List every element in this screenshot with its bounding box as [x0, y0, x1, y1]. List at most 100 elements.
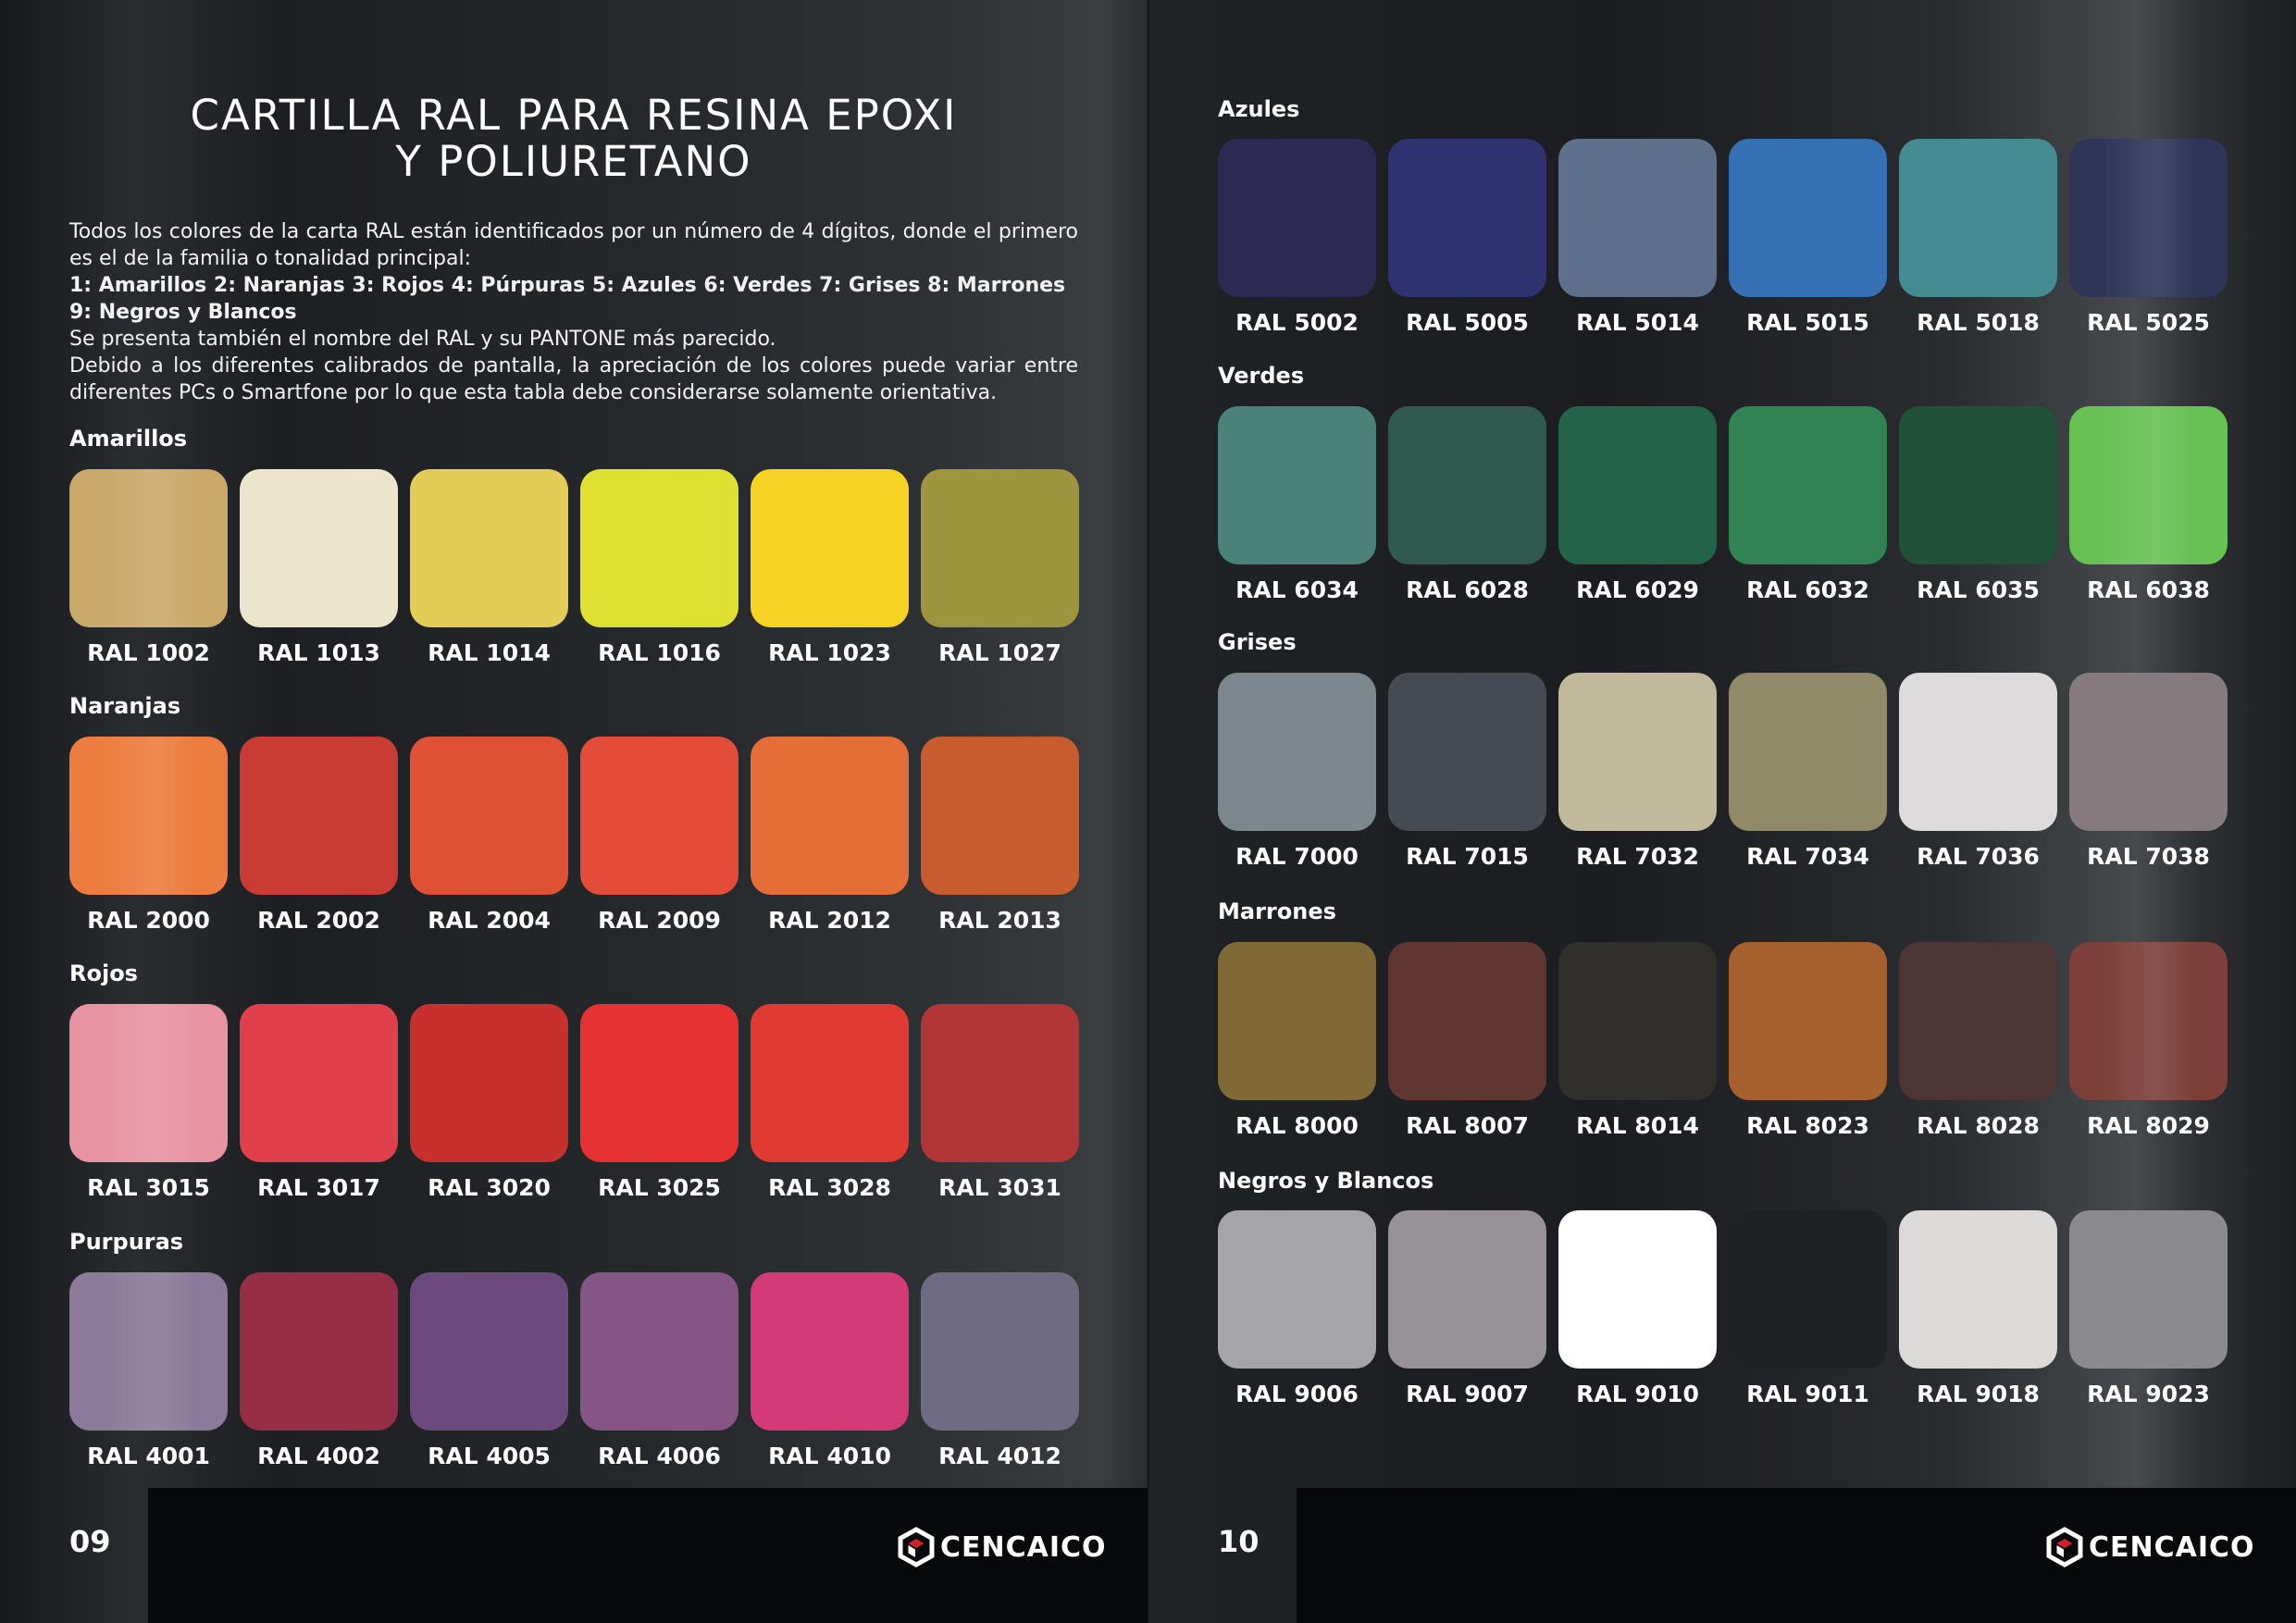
- swatch-ral-4010: RAL 4010: [751, 1272, 909, 1475]
- swatch-row-naranjas: RAL 2000 RAL 2002 RAL 2004 RAL 2009 RAL …: [69, 737, 1079, 939]
- color-chip: [1388, 673, 1546, 831]
- color-chip: [1218, 406, 1376, 564]
- swatch-ral-6035: RAL 6035: [1899, 406, 2057, 609]
- page-title: CARTILLA RAL PARA RESINA EPOXI Y POLIURE…: [0, 93, 1148, 185]
- color-chip: [240, 469, 398, 627]
- ral-code: RAL 6032: [1746, 576, 1869, 603]
- ral-code: RAL 2000: [87, 907, 210, 934]
- color-chip: [751, 1004, 909, 1162]
- color-chip: [1899, 673, 2057, 831]
- color-chip: [240, 1272, 398, 1431]
- swatch-ral-3025: RAL 3025: [580, 1004, 738, 1207]
- ral-code: RAL 6029: [1576, 576, 1699, 603]
- page-number: 10: [1218, 1524, 1260, 1559]
- swatch-ral-4006: RAL 4006: [580, 1272, 738, 1475]
- swatch-row-amarillos: RAL 1002 RAL 1013 RAL 1014 RAL 1016 RAL …: [69, 469, 1079, 672]
- ral-code: RAL 6028: [1406, 576, 1529, 603]
- swatch-row-rojos: RAL 3015 RAL 3017 RAL 3020 RAL 3025 RAL …: [69, 1004, 1079, 1207]
- intro-paragraph-1: Todos los colores de la carta RAL están …: [69, 220, 1078, 270]
- ral-code: RAL 9010: [1576, 1381, 1699, 1407]
- color-chip: [1558, 942, 1717, 1100]
- swatch-ral-7015: RAL 7015: [1388, 673, 1546, 875]
- intro-families: 1: Amarillos 2: Naranjas 3: Rojos 4: Púr…: [69, 274, 1066, 324]
- swatch-ral-3031: RAL 3031: [921, 1004, 1079, 1207]
- swatch-ral-7032: RAL 7032: [1558, 673, 1717, 875]
- ral-code: RAL 3025: [598, 1174, 721, 1201]
- swatch-ral-6029: RAL 6029: [1558, 406, 1717, 609]
- ral-code: RAL 7036: [1917, 843, 2040, 870]
- section-title-verdes: Verdes: [1218, 363, 1305, 389]
- swatch-ral-6028: RAL 6028: [1388, 406, 1546, 609]
- ral-code: RAL 5015: [1746, 309, 1869, 336]
- swatch-ral-9023: RAL 9023: [2069, 1210, 2228, 1413]
- color-chip: [69, 737, 228, 895]
- brand-name: CENCAICO: [940, 1530, 1107, 1564]
- color-chip: [580, 469, 738, 627]
- ral-code: RAL 4006: [598, 1443, 721, 1469]
- ral-code: RAL 9023: [2087, 1381, 2210, 1407]
- color-chip: [410, 469, 568, 627]
- ral-code: RAL 4002: [257, 1443, 380, 1469]
- swatch-ral-7000: RAL 7000: [1218, 673, 1376, 875]
- color-chip: [751, 469, 909, 627]
- ral-code: RAL 7015: [1406, 843, 1529, 870]
- swatch-row-negros-y-blancos: RAL 9006 RAL 9007 RAL 9010 RAL 9011 RAL …: [1218, 1210, 2228, 1413]
- section-title-rojos: Rojos: [69, 960, 138, 986]
- color-chip: [1899, 139, 2057, 297]
- color-chip: [69, 1272, 228, 1431]
- color-chip: [2069, 406, 2228, 564]
- swatch-ral-4001: RAL 4001: [69, 1272, 228, 1475]
- ral-code: RAL 6038: [2087, 576, 2210, 603]
- swatch-ral-4002: RAL 4002: [240, 1272, 398, 1475]
- page-left: CARTILLA RAL PARA RESINA EPOXI Y POLIURE…: [0, 0, 1148, 1623]
- swatch-ral-7038: RAL 7038: [2069, 673, 2228, 875]
- ral-code: RAL 2013: [938, 907, 1061, 934]
- swatch-ral-8007: RAL 8007: [1388, 942, 1546, 1145]
- swatch-ral-4012: RAL 4012: [921, 1272, 1079, 1475]
- swatch-ral-5025: RAL 5025: [2069, 139, 2228, 341]
- intro-paragraph-3: Se presenta también el nombre del RAL y …: [69, 328, 776, 351]
- color-chip: [240, 737, 398, 895]
- ral-code: RAL 9006: [1235, 1381, 1359, 1407]
- swatch-ral-1027: RAL 1027: [921, 469, 1079, 672]
- section-title-azules: Azules: [1218, 96, 1300, 122]
- color-chip: [1899, 406, 2057, 564]
- cube-logo-icon: [2046, 1527, 2083, 1567]
- swatch-ral-1014: RAL 1014: [410, 469, 568, 672]
- cube-logo-icon: [898, 1527, 935, 1567]
- color-chip: [921, 1272, 1079, 1431]
- swatch-ral-8028: RAL 8028: [1899, 942, 2057, 1145]
- title-line-1: CARTILLA RAL PARA RESINA EPOXI: [190, 91, 958, 140]
- color-chip: [1729, 942, 1887, 1100]
- ral-code: RAL 7038: [2087, 843, 2210, 870]
- ral-code: RAL 9011: [1746, 1381, 1869, 1407]
- color-chip: [921, 1004, 1079, 1162]
- color-chip: [751, 1272, 909, 1431]
- swatch-row-azules: RAL 5002 RAL 5005 RAL 5014 RAL 5015 RAL …: [1218, 139, 2228, 341]
- color-chip: [1558, 139, 1717, 297]
- swatch-ral-8029: RAL 8029: [2069, 942, 2228, 1145]
- ral-code: RAL 7000: [1235, 843, 1359, 870]
- color-chip: [1729, 1210, 1887, 1369]
- ral-code: RAL 2002: [257, 907, 380, 934]
- color-chip: [1388, 139, 1546, 297]
- ral-code: RAL 2012: [768, 907, 891, 934]
- ral-code: RAL 8007: [1406, 1112, 1529, 1139]
- swatch-ral-5014: RAL 5014: [1558, 139, 1717, 341]
- ral-code: RAL 5018: [1917, 309, 2040, 336]
- color-chip: [1218, 1210, 1376, 1369]
- ral-code: RAL 7034: [1746, 843, 1869, 870]
- color-chip: [1899, 942, 2057, 1100]
- swatch-ral-7036: RAL 7036: [1899, 673, 2057, 875]
- swatch-ral-5018: RAL 5018: [1899, 139, 2057, 341]
- ral-code: RAL 3031: [938, 1174, 1061, 1201]
- color-chip: [580, 737, 738, 895]
- ral-code: RAL 4001: [87, 1443, 210, 1469]
- section-title-purpuras: Purpuras: [69, 1229, 184, 1255]
- color-chip: [1218, 942, 1376, 1100]
- section-title-grises: Grises: [1218, 629, 1297, 655]
- title-line-2: Y POLIURETANO: [395, 137, 752, 186]
- ral-code: RAL 2009: [598, 907, 721, 934]
- color-chip: [1218, 139, 1376, 297]
- ral-code: RAL 4005: [428, 1443, 551, 1469]
